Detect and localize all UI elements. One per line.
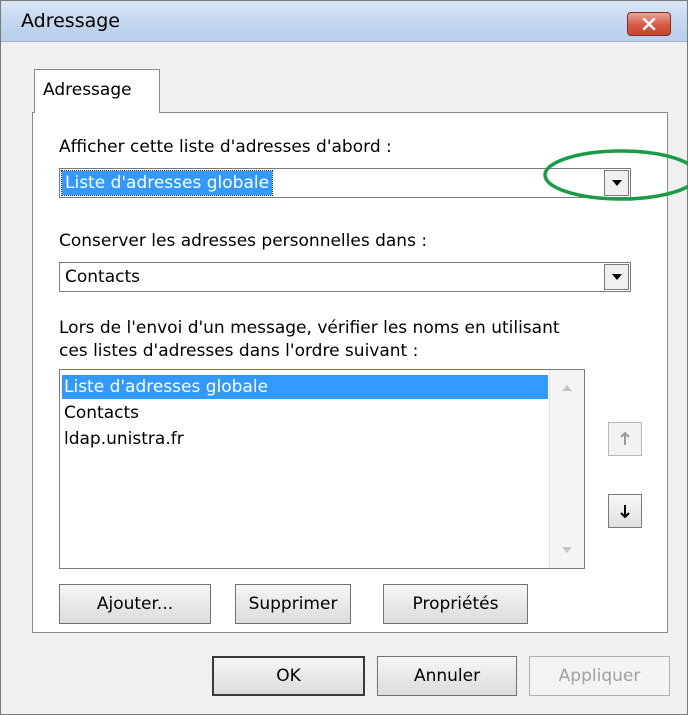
tab-adressage[interactable]: Adressage [34, 69, 160, 113]
personal-list-label: Conserver les adresses personnelles dans… [59, 231, 428, 251]
check-names-label-line1: Lors de l'envoi d'un message, vérifier l… [59, 318, 560, 338]
listbox-scrollbar[interactable] [549, 370, 584, 568]
first-list-label: Afficher cette liste d'adresses d'abord … [59, 137, 392, 157]
properties-button[interactable]: Propriétés [383, 584, 528, 624]
list-item[interactable]: Contacts [62, 401, 141, 425]
tab-label: Adressage [43, 80, 132, 100]
personal-list-dropdown-button[interactable] [604, 264, 629, 290]
list-item[interactable]: Liste d'adresses globale [62, 375, 548, 399]
scroll-down-icon[interactable] [561, 546, 573, 554]
address-lists-listbox[interactable]: Liste d'adresses globale Contacts ldap.u… [59, 369, 585, 569]
close-button[interactable] [627, 12, 671, 36]
list-item[interactable]: ldap.unistra.fr [62, 427, 186, 451]
window-title: Adressage [21, 10, 120, 32]
arrow-up-icon [620, 431, 630, 445]
annotation-ellipse [543, 149, 688, 201]
add-button[interactable]: Ajouter... [59, 584, 211, 624]
move-up-button[interactable] [608, 422, 642, 456]
move-down-button[interactable] [608, 494, 642, 528]
chevron-down-icon [611, 274, 622, 280]
first-list-value: Liste d'adresses globale [60, 170, 274, 196]
title-bar[interactable]: Adressage [1, 1, 687, 42]
personal-list-dropdown[interactable]: Contacts [59, 262, 631, 292]
apply-button[interactable]: Appliquer [529, 656, 670, 696]
remove-button[interactable]: Supprimer [235, 584, 351, 624]
cancel-button[interactable]: Annuler [377, 656, 517, 696]
scroll-up-icon[interactable] [561, 384, 573, 392]
personal-list-value: Contacts [65, 267, 140, 287]
arrow-down-icon [620, 505, 630, 519]
check-names-label-line2: ces listes d'adresses dans l'ordre suiva… [59, 341, 419, 361]
ok-button[interactable]: OK [212, 656, 365, 696]
dialog-window: Adressage Adressage Afficher cette liste… [0, 0, 688, 715]
close-icon [642, 18, 656, 30]
